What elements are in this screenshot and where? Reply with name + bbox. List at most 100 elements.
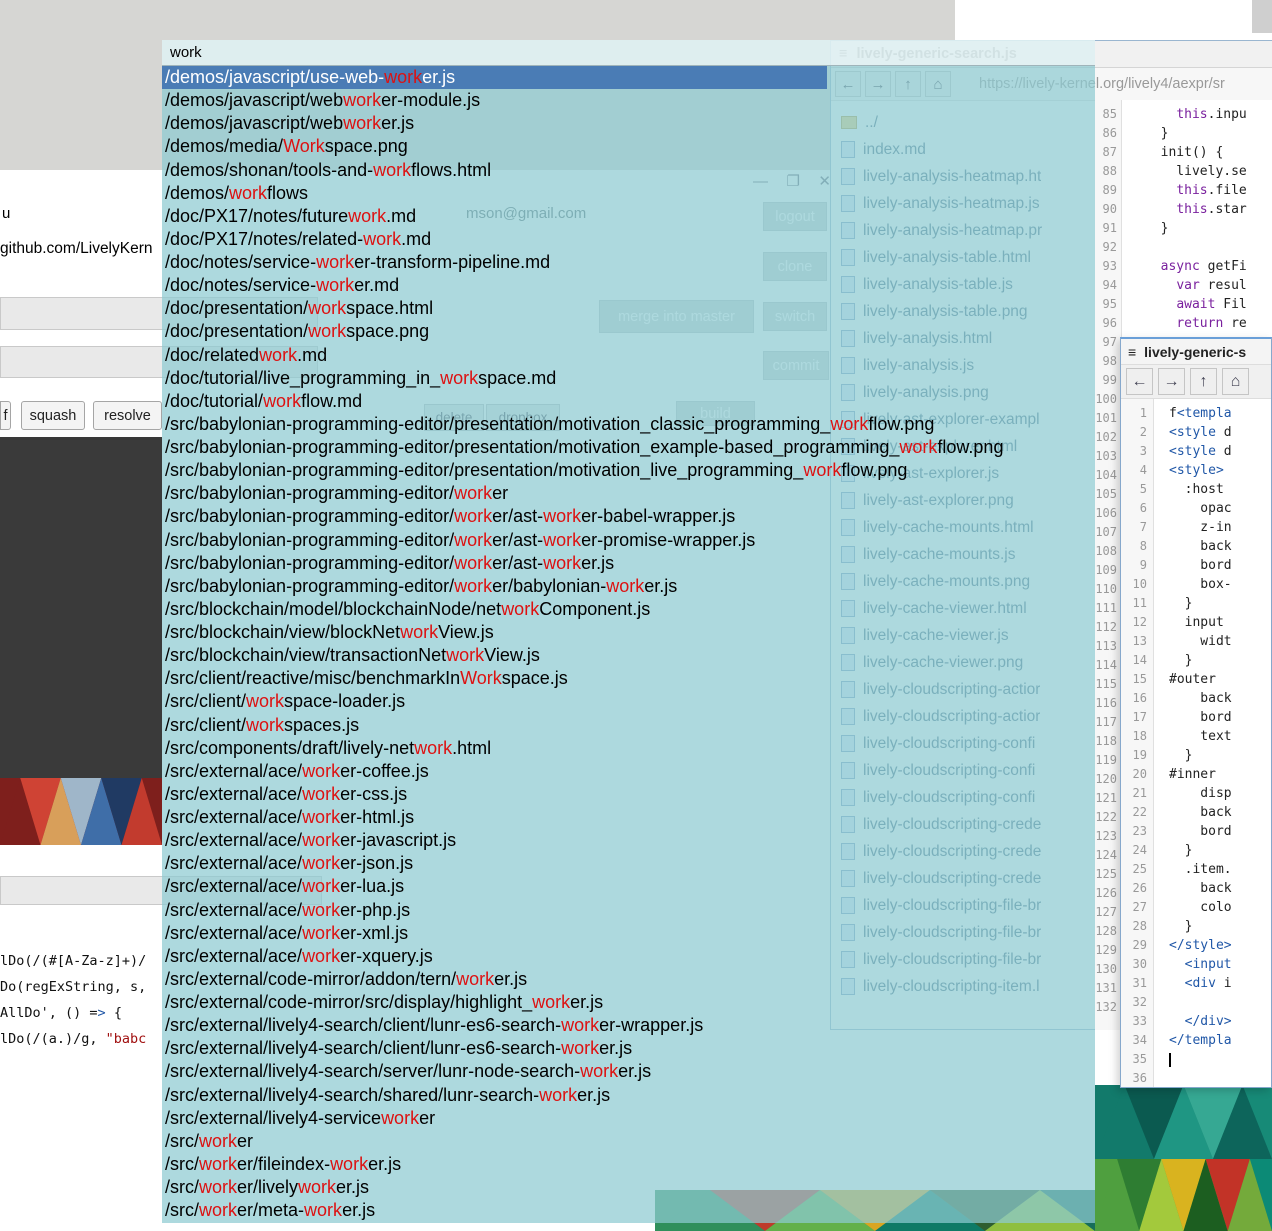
back-button[interactable]: ← (1126, 368, 1153, 395)
line-number: 101 (1095, 409, 1121, 428)
code-fragment: Do(regExString, s, (0, 979, 146, 995)
code-line: 36 (1121, 1069, 1271, 1087)
code-line: 21 disp (1121, 784, 1271, 803)
code-line: 20#inner (1121, 765, 1271, 784)
line-number: 27 (1121, 898, 1153, 917)
triangle-mosaic (1095, 1159, 1272, 1231)
search-result-row[interactable]: /demos/javascript/webworker.js (162, 112, 1095, 135)
code-line: 90 this.star (1095, 200, 1272, 219)
code-line: 35 (1121, 1050, 1271, 1069)
search-result-row[interactable]: /src/external/ace/worker-javascript.js (162, 829, 1095, 852)
search-result-row[interactable]: /doc/notes/service-worker-transform-pipe… (162, 251, 1095, 274)
window-titlebar[interactable]: ≡ lively-generic-s (1121, 339, 1271, 365)
code-fragment: lDo(/(a.)/g, "babc (0, 1031, 146, 1047)
search-result-row[interactable]: /src/external/lively4-search/shared/lunr… (162, 1084, 1095, 1107)
code-line: 22 back (1121, 803, 1271, 822)
line-number: 2 (1121, 423, 1153, 442)
search-result-row[interactable]: /doc/tutorial/live_programming_in_worksp… (162, 367, 1095, 390)
code-fragment: AllDo', () => { (0, 1005, 122, 1021)
search-result-row[interactable]: /src/worker/livelyworker.js (162, 1176, 1095, 1199)
code-line: 26 back (1121, 879, 1271, 898)
search-result-row[interactable]: /src/babylonian-programming-editor/worke… (162, 575, 1095, 598)
search-result-row[interactable]: /src/blockchain/model/blockchainNode/net… (162, 598, 1095, 621)
forward-button[interactable]: → (1158, 368, 1185, 395)
search-result-row[interactable]: /doc/presentation/workspace.html (162, 297, 1095, 320)
search-result-row[interactable]: /doc/PX17/notes/futurework.md (162, 205, 1095, 228)
search-result-row[interactable]: /demos/media/Workspace.png (162, 135, 1095, 158)
search-result-row[interactable]: /demos/shonan/tools-and-workflows.html (162, 159, 1095, 182)
search-result-row[interactable]: /doc/presentation/workspace.png (162, 320, 1095, 343)
search-result-row[interactable]: /src/worker/fileindex-worker.js (162, 1153, 1095, 1176)
search-result-row[interactable]: /src/babylonian-programming-editor/worke… (162, 552, 1095, 575)
search-result-row[interactable]: /src/external/ace/worker-css.js (162, 783, 1095, 806)
search-result-row[interactable]: /src/babylonian-programming-editor/prese… (162, 413, 1095, 436)
line-number: 1 (1121, 404, 1153, 423)
search-result-row[interactable]: /src/client/reactive/misc/benchmarkInWor… (162, 667, 1095, 690)
line-number: 109 (1095, 561, 1121, 580)
search-result-row[interactable]: /src/babylonian-programming-editor/worke… (162, 505, 1095, 528)
code-line: 3<style d (1121, 442, 1271, 461)
menu-icon[interactable]: ≡ (1128, 344, 1136, 360)
search-input[interactable]: work (162, 40, 1095, 66)
search-result-row[interactable]: /src/worker/meta-worker.js (162, 1199, 1095, 1222)
search-result-row[interactable]: /src/client/workspaces.js (162, 714, 1095, 737)
search-result-row[interactable]: /src/external/ace/worker-html.js (162, 806, 1095, 829)
line-number: 14 (1121, 651, 1153, 670)
line-number: 15 (1121, 670, 1153, 689)
line-number: 128 (1095, 922, 1121, 941)
line-number: 98 (1095, 352, 1121, 371)
line-number: 26 (1121, 879, 1153, 898)
search-result-row[interactable]: /doc/relatedwork.md (162, 344, 1095, 367)
cut-button[interactable]: f (0, 401, 11, 430)
search-result-row[interactable]: /src/external/ace/worker-coffee.js (162, 760, 1095, 783)
search-result-row[interactable]: /src/babylonian-programming-editor/worke… (162, 529, 1095, 552)
search-result-row[interactable]: /src/blockchain/view/transactionNetworkV… (162, 644, 1095, 667)
line-number: 30 (1121, 955, 1153, 974)
search-result-row[interactable]: /src/external/lively4-serviceworker (162, 1107, 1095, 1130)
code-line: 15#outer (1121, 670, 1271, 689)
line-number: 95 (1095, 295, 1121, 314)
line-number: 13 (1121, 632, 1153, 651)
search-result-row[interactable]: /src/external/lively4-search/server/lunr… (162, 1060, 1095, 1083)
line-number: 121 (1095, 789, 1121, 808)
line-number: 12 (1121, 613, 1153, 632)
search-result-row[interactable]: /src/components/draft/lively-network.htm… (162, 737, 1095, 760)
search-result-row[interactable]: /src/external/ace/worker-json.js (162, 852, 1095, 875)
search-result-row[interactable]: /src/external/ace/worker-xml.js (162, 922, 1095, 945)
code-line: 10 box- (1121, 575, 1271, 594)
search-result-row[interactable]: /src/worker (162, 1130, 1095, 1153)
search-result-row[interactable]: /src/external/ace/worker-xquery.js (162, 945, 1095, 968)
search-result-row[interactable]: /src/external/ace/worker-php.js (162, 899, 1095, 922)
resolve-button[interactable]: resolve (93, 401, 162, 430)
squash-button[interactable]: squash (21, 401, 85, 430)
line-number: 93 (1095, 257, 1121, 276)
search-result-row[interactable]: /src/external/code-mirror/addon/tern/wor… (162, 968, 1095, 991)
search-result-row[interactable]: /src/babylonian-programming-editor/prese… (162, 436, 1095, 459)
line-number: 36 (1121, 1069, 1153, 1087)
search-result-row[interactable]: /src/babylonian-programming-editor/prese… (162, 459, 1095, 482)
text-caret (1169, 1053, 1171, 1067)
search-result-row[interactable]: /src/external/code-mirror/src/display/hi… (162, 991, 1095, 1014)
search-result-row[interactable]: /doc/notes/service-worker.md (162, 274, 1095, 297)
up-button[interactable]: ↑ (1190, 368, 1217, 395)
search-result-row[interactable]: /src/external/lively4-search/client/lunr… (162, 1037, 1095, 1060)
code-line: 29</style> (1121, 936, 1271, 955)
search-result-row[interactable]: /doc/PX17/notes/related-work.md (162, 228, 1095, 251)
search-result-row[interactable]: /src/babylonian-programming-editor/worke… (162, 482, 1095, 505)
search-result-row[interactable]: /src/client/workspace-loader.js (162, 690, 1095, 713)
search-result-row[interactable]: /doc/tutorial/workflow.md (162, 390, 1095, 413)
search-result-row[interactable]: /src/external/lively4-search/client/lunr… (162, 1014, 1095, 1037)
search-result-row[interactable]: /src/external/ace/worker-lua.js (162, 875, 1095, 898)
search-result-row[interactable]: /demos/javascript/webworker-module.js (162, 89, 1095, 112)
code-editor[interactable]: 1f<templa2<style d3<style d4<style>5 :ho… (1121, 399, 1271, 1087)
search-overlay: work /demos/javascript/use-web-worker.js… (162, 40, 1095, 1223)
line-number: 16 (1121, 689, 1153, 708)
search-result-row[interactable]: /demos/javascript/use-web-worker.js (162, 66, 827, 89)
line-number: 10 (1121, 575, 1153, 594)
home-button[interactable]: ⌂ (1222, 368, 1249, 395)
search-result-row[interactable]: /src/blockchain/view/blockNetworkView.js (162, 621, 1095, 644)
code-line: 5 :host (1121, 480, 1271, 499)
search-result-row[interactable]: /demos/workflows (162, 182, 1095, 205)
code-line: 24 } (1121, 841, 1271, 860)
line-number: 129 (1095, 941, 1121, 960)
